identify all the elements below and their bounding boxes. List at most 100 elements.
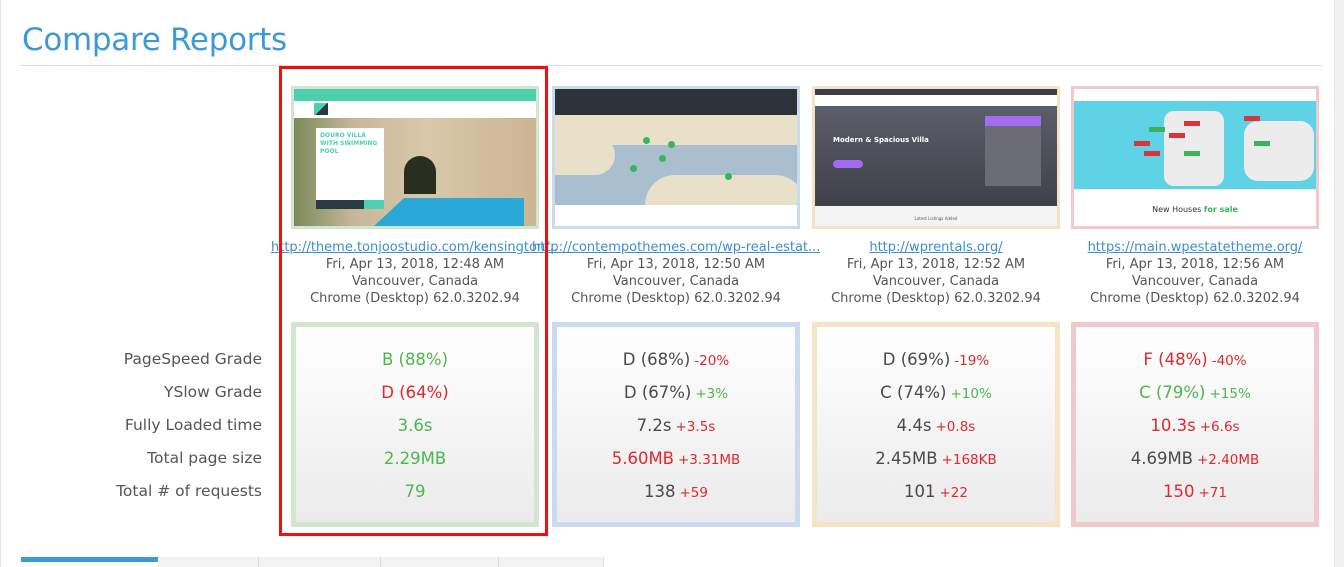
report-date: Fri, Apr 13, 2018, 12:52 AM (846, 257, 1026, 272)
metric-value: B (88%) (381, 350, 449, 369)
metric-row-requests: 150 +71 (1076, 478, 1314, 511)
metric-row-pagespeed: D (69%) -19% (817, 346, 1055, 379)
report-url-link[interactable]: http://theme.tonjoostudio.com/kensington… (271, 239, 559, 256)
report-date: Fri, Apr 13, 2018, 12:50 AM (586, 257, 766, 272)
map-price-tag (1254, 141, 1270, 146)
tab-3[interactable] (259, 557, 381, 567)
metric-delta: +168KB (941, 452, 997, 468)
thumbnail-headline: DOURO VILLA WITH SWIMMING POOL (316, 128, 384, 200)
metric-row-fully-loaded: 4.4s +0.8s (817, 412, 1055, 445)
metric-value: D (68%) (622, 350, 691, 369)
map-pin-icon (643, 137, 650, 144)
report-url-link[interactable]: http://contempothemes.com/wp-real-estat.… (532, 239, 820, 256)
metric-delta: +0.8s (935, 419, 976, 435)
report-meta: http://contempothemes.com/wp-real-estat.… (532, 239, 820, 307)
metric-row-fully-loaded: 3.6s (296, 412, 534, 445)
map-price-tag (1169, 133, 1185, 138)
metric-row-fully-loaded: 10.3s +6.6s (1076, 412, 1314, 445)
metric-row-requests: 101 +22 (817, 478, 1055, 511)
report-meta: http://wprentals.org/ Fri, Apr 13, 2018,… (792, 239, 1080, 307)
metric-value: 4.4s (896, 416, 932, 435)
metric-delta: +10% (950, 386, 992, 402)
metric-label-pagespeed: PageSpeed Grade (123, 350, 262, 368)
map-pin-icon (668, 141, 675, 148)
metric-row-page-size: 5.60MB +3.31MB (557, 445, 795, 478)
metric-value: 150 (1163, 482, 1195, 501)
report-location: Vancouver, Canada (1131, 274, 1259, 289)
metric-value: 10.3s (1150, 416, 1196, 435)
metric-row-pagespeed: B (88%) (296, 346, 534, 379)
metric-value: D (67%) (623, 383, 692, 402)
metric-delta: -19% (954, 353, 990, 369)
map-price-tag (1134, 141, 1150, 146)
metric-labels: PageSpeed Grade YSlow Grade Fully Loaded… (20, 346, 262, 511)
metric-delta: +3.31MB (678, 452, 741, 468)
metric-value: F (48%) (1143, 350, 1208, 369)
metric-value: 2.29MB (383, 449, 447, 468)
thumbnail-headline: New Houses (1152, 205, 1202, 214)
tab-4[interactable] (381, 557, 499, 567)
metric-delta: +59 (679, 485, 709, 501)
metric-row-fully-loaded: 7.2s +3.5s (557, 412, 795, 445)
map-price-tag (1149, 127, 1165, 132)
report-location: Vancouver, Canada (872, 274, 1000, 289)
metrics-box: D (68%) -20% D (67%) +3% 7.2s +3.5s 5.60MB +3.3… (552, 322, 800, 527)
title-divider (21, 65, 1322, 66)
report-screenshot-thumbnail[interactable]: DOURO VILLA WITH SWIMMING POOL (291, 86, 539, 229)
page-left-border (0, 0, 1, 567)
metric-label-fully-loaded: Fully Loaded time (124, 416, 262, 434)
metric-label-yslow: YSlow Grade (164, 383, 262, 401)
metric-row-page-size: 4.69MB +2.40MB (1076, 445, 1314, 478)
metric-delta: -20% (694, 353, 730, 369)
metric-delta: +2.40MB (1197, 452, 1260, 468)
thumbnail-footer: Latest Listings Added (815, 206, 1057, 226)
tab-1[interactable] (21, 557, 158, 567)
report-url-link[interactable]: https://main.wpestatetheme.org/ (1051, 239, 1339, 256)
report-browser: Chrome (Desktop) 62.0.3202.94 (310, 291, 520, 306)
metric-value: 5.60MB (611, 449, 674, 468)
report-location: Vancouver, Canada (351, 274, 479, 289)
report-screenshot-thumbnail[interactable]: Modern & Spacious Villa Latest Listings … (812, 86, 1060, 229)
report-meta: https://main.wpestatetheme.org/ Fri, Apr… (1051, 239, 1339, 307)
map-price-tag (1184, 151, 1200, 156)
page-title: Compare Reports (22, 22, 287, 58)
map-price-tag (1184, 121, 1200, 126)
metric-row-pagespeed: D (68%) -20% (557, 346, 795, 379)
metric-row-page-size: 2.29MB (296, 445, 534, 478)
metric-value: 4.69MB (1130, 449, 1193, 468)
metric-value: 2.45MB (875, 449, 938, 468)
report-date: Fri, Apr 13, 2018, 12:48 AM (325, 257, 505, 272)
metric-value: C (74%) (880, 383, 947, 402)
metric-row-yslow: D (64%) (296, 379, 534, 412)
metric-delta: -40% (1211, 353, 1247, 369)
report-location: Vancouver, Canada (612, 274, 740, 289)
metric-row-yslow: C (74%) +10% (817, 379, 1055, 412)
site-logo-icon (314, 103, 328, 115)
metric-row-pagespeed: F (48%) -40% (1076, 346, 1314, 379)
map-price-tag (1144, 151, 1160, 156)
report-browser: Chrome (Desktop) 62.0.3202.94 (1090, 291, 1300, 306)
tab-2[interactable] (158, 557, 259, 567)
map-pin-icon (630, 165, 637, 172)
metric-delta: +6.6s (1199, 419, 1240, 435)
metric-delta: +22 (939, 485, 969, 501)
map-pin-icon (725, 173, 732, 180)
metric-value: 7.2s (636, 416, 672, 435)
metric-row-requests: 138 +59 (557, 478, 795, 511)
metric-value: D (64%) (381, 383, 449, 402)
thumbnail-headline: Modern & Spacious Villa (833, 136, 929, 144)
report-screenshot-thumbnail[interactable] (552, 86, 800, 229)
tab-5[interactable] (499, 557, 604, 567)
metric-row-yslow: D (67%) +3% (557, 379, 795, 412)
map-pin-icon (659, 155, 666, 162)
metric-row-page-size: 2.45MB +168KB (817, 445, 1055, 478)
metric-row-requests: 79 (296, 478, 534, 511)
map-price-tag (1244, 116, 1260, 121)
metric-value: 79 (404, 482, 426, 501)
report-screenshot-thumbnail[interactable]: New Houses for sale (1071, 86, 1319, 229)
report-date: Fri, Apr 13, 2018, 12:56 AM (1105, 257, 1285, 272)
thumbnail-headline-accent: for sale (1203, 205, 1238, 214)
metrics-box: B (88%) D (64%) 3.6s 2.29MB 79 (291, 322, 539, 527)
metric-row-yslow: C (79%) +15% (1076, 379, 1314, 412)
report-url-link[interactable]: http://wprentals.org/ (792, 239, 1080, 256)
